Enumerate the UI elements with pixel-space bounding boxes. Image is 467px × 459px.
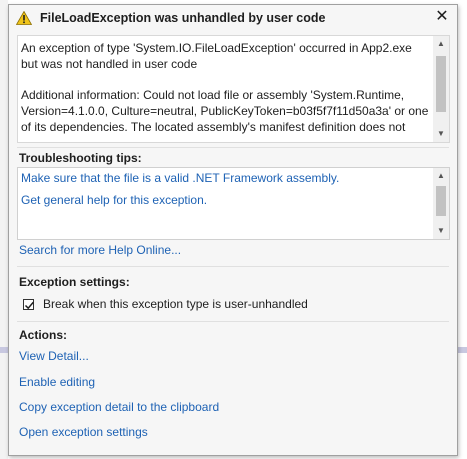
additional-information: Additional information: Could not load f… (21, 88, 429, 134)
divider (17, 266, 449, 267)
exception-message: An exception of type 'System.IO.FileLoad… (21, 40, 429, 150)
tip-valid-assembly-link[interactable]: Make sure that the file is a valid .NET … (21, 171, 339, 185)
troubleshooting-tips-box[interactable]: Make sure that the file is a valid .NET … (17, 167, 450, 240)
tips-scrollbar[interactable]: ▲ ▼ (433, 168, 449, 239)
enable-editing-link[interactable]: Enable editing (19, 375, 95, 389)
scroll-down-icon[interactable]: ▼ (433, 223, 449, 239)
actions-title: Actions: (19, 328, 67, 342)
divider (17, 147, 449, 148)
message-scrollbar[interactable]: ▲ ▼ (433, 36, 449, 142)
scroll-thumb[interactable] (436, 186, 446, 216)
open-exception-settings-link[interactable]: Open exception settings (19, 425, 148, 439)
scroll-down-icon[interactable]: ▼ (433, 126, 449, 142)
break-when-unhandled-label[interactable]: Break when this exception type is user-u… (43, 297, 308, 311)
dialog-header: FileLoadException was unhandled by user … (9, 5, 457, 31)
scroll-up-icon[interactable]: ▲ (433, 168, 449, 184)
copy-exception-detail-link[interactable]: Copy exception detail to the clipboard (19, 400, 219, 414)
view-detail-link[interactable]: View Detail... (19, 349, 89, 363)
tip-general-help-link[interactable]: Get general help for this exception. (21, 193, 207, 207)
search-help-online-link[interactable]: Search for more Help Online... (19, 243, 181, 257)
break-when-unhandled-checkbox[interactable] (23, 299, 34, 310)
close-icon[interactable]: ✕ (433, 8, 451, 26)
troubleshooting-title: Troubleshooting tips: (19, 151, 142, 165)
checkmark-icon (24, 301, 34, 310)
exception-settings-title: Exception settings: (19, 275, 130, 289)
warning-icon (15, 10, 33, 25)
scroll-thumb[interactable] (436, 56, 446, 112)
divider (17, 321, 449, 322)
scroll-up-icon[interactable]: ▲ (433, 36, 449, 52)
exception-message-box[interactable]: An exception of type 'System.IO.FileLoad… (17, 35, 450, 143)
editor-gutter (0, 0, 8, 459)
exception-message-line: An exception of type 'System.IO.FileLoad… (21, 41, 412, 71)
dialog-title: FileLoadException was unhandled by user … (40, 11, 326, 25)
exception-helper-popup: FileLoadException was unhandled by user … (8, 4, 458, 456)
